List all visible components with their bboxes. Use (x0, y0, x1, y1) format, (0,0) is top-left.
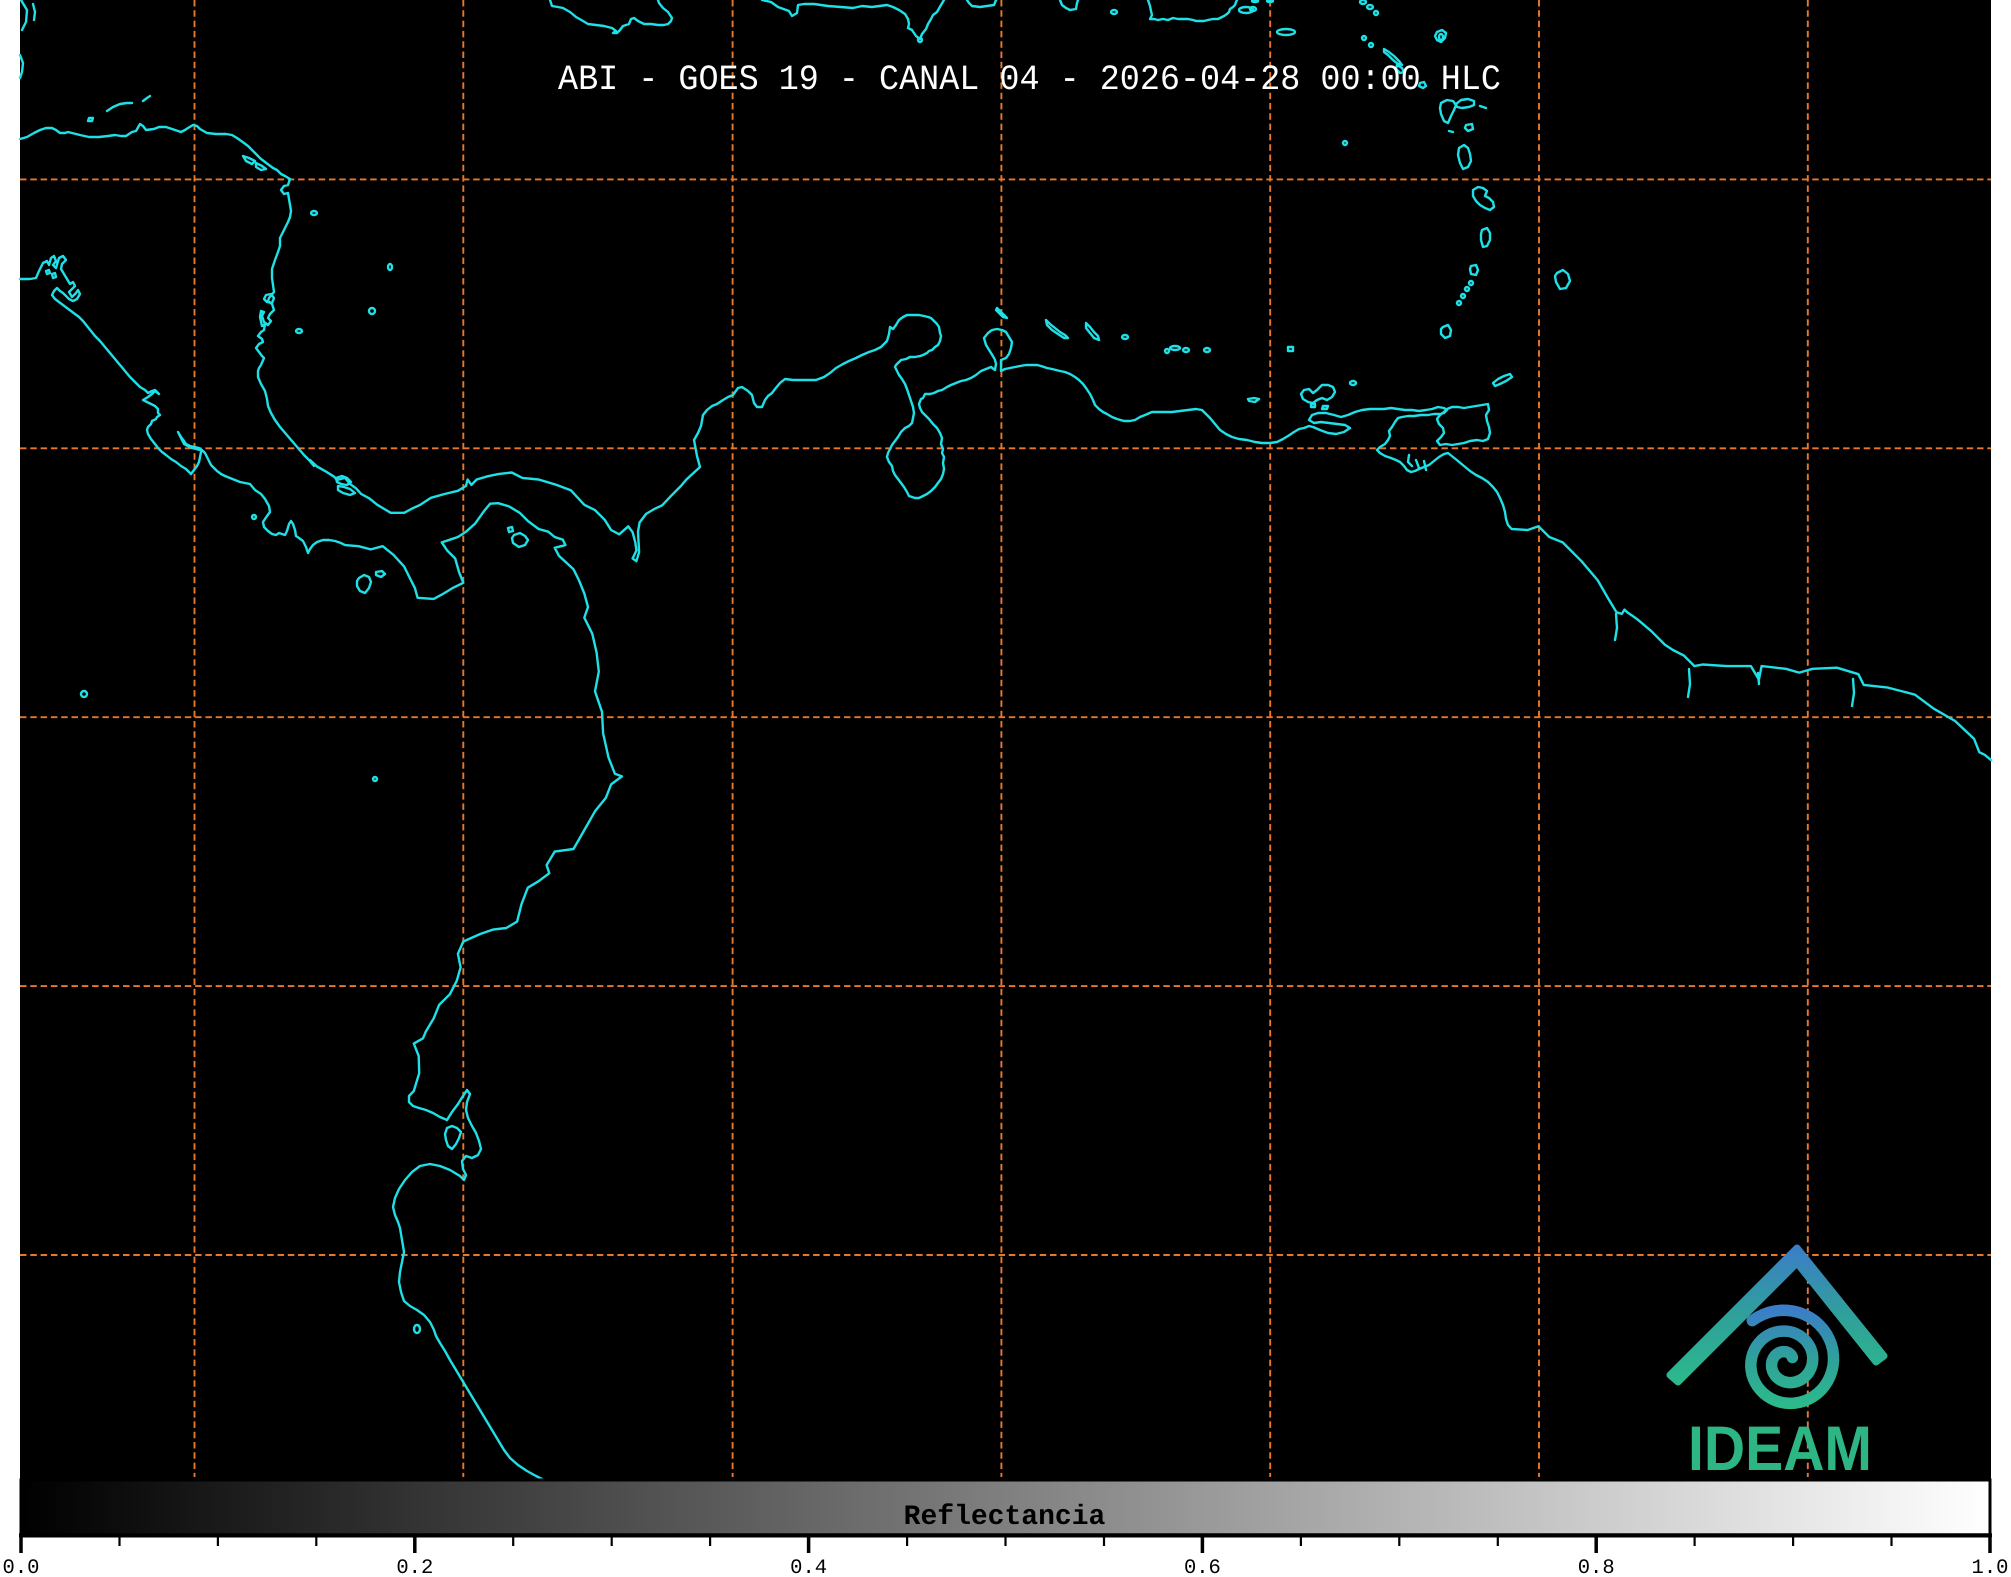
svg-text:0.0: 0.0 (3, 1557, 40, 1577)
svg-text:0.2: 0.2 (396, 1557, 433, 1577)
svg-text:0.8: 0.8 (1578, 1557, 1615, 1577)
svg-text:ABI - GOES 19 - CANAL 04 - 202: ABI - GOES 19 - CANAL 04 - 2026-04-28 00… (558, 59, 1501, 100)
svg-text:IDEAM: IDEAM (1688, 1414, 1872, 1484)
svg-text:0.4: 0.4 (790, 1557, 827, 1577)
svg-text:0.6: 0.6 (1184, 1557, 1221, 1577)
svg-text:1.0: 1.0 (1972, 1557, 2009, 1577)
svg-text:Reflectancia: Reflectancia (904, 1502, 1106, 1533)
